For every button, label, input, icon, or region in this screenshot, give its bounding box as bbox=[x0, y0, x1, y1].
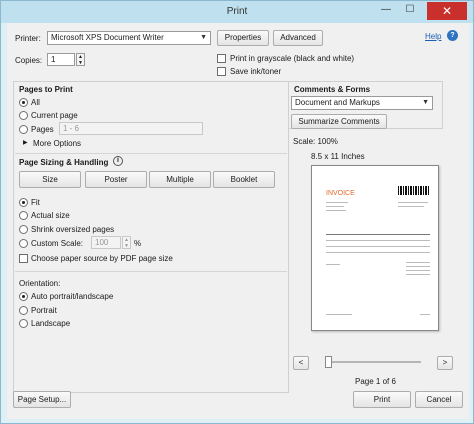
preview-footer-line bbox=[326, 314, 352, 315]
pages-to-print-title: Pages to Print bbox=[19, 85, 73, 94]
prev-page-button[interactable]: < bbox=[293, 356, 309, 370]
landscape-label: Landscape bbox=[31, 319, 71, 328]
preview-table-row bbox=[326, 246, 430, 247]
fit-label: Fit bbox=[31, 198, 40, 207]
preview-total-line bbox=[406, 270, 430, 271]
page-slider-thumb[interactable] bbox=[325, 356, 332, 368]
print-button[interactable]: Print bbox=[353, 391, 411, 408]
info-icon[interactable]: i bbox=[113, 156, 123, 166]
copies-input[interactable]: 1 bbox=[47, 53, 75, 66]
custom-scale-radio[interactable] bbox=[19, 239, 28, 248]
preview-table-row bbox=[326, 252, 430, 253]
page-indicator: Page 1 of 6 bbox=[355, 377, 396, 386]
next-page-button[interactable]: > bbox=[437, 356, 453, 370]
page-slider-track[interactable] bbox=[325, 361, 421, 363]
actual-size-label: Actual size bbox=[31, 211, 70, 220]
chevron-down-icon: ▼ bbox=[200, 34, 207, 41]
preview-text-line bbox=[326, 206, 344, 207]
preview-text-line bbox=[326, 210, 346, 211]
current-page-radio[interactable] bbox=[19, 111, 28, 120]
help-icon[interactable]: ? bbox=[447, 30, 458, 41]
save-ink-checkbox[interactable] bbox=[217, 67, 226, 76]
orientation-title: Orientation: bbox=[19, 279, 61, 288]
booklet-button[interactable]: Booklet bbox=[213, 171, 275, 188]
pages-label: Pages bbox=[31, 125, 54, 134]
close-button[interactable]: ✕ bbox=[427, 2, 467, 20]
current-page-label: Current page bbox=[31, 111, 78, 120]
custom-scale-label: Custom Scale: bbox=[31, 239, 84, 248]
grayscale-checkbox[interactable] bbox=[217, 54, 226, 63]
barcode-icon bbox=[398, 186, 430, 195]
pages-range-input[interactable]: 1 - 6 bbox=[59, 122, 203, 135]
poster-button[interactable]: Poster bbox=[85, 171, 147, 188]
advanced-button[interactable]: Advanced bbox=[273, 30, 323, 46]
cancel-button[interactable]: Cancel bbox=[415, 391, 463, 408]
comments-title: Comments & Forms bbox=[294, 85, 371, 94]
auto-orientation-label: Auto portrait/landscape bbox=[31, 292, 114, 301]
page-setup-button[interactable]: Page Setup... bbox=[13, 391, 71, 408]
divider bbox=[15, 271, 287, 272]
preview-footer-line bbox=[420, 314, 430, 315]
multiple-button[interactable]: Multiple bbox=[149, 171, 211, 188]
actual-size-radio[interactable] bbox=[19, 211, 28, 220]
preview-text-line bbox=[326, 202, 348, 203]
preview-table-row bbox=[326, 240, 430, 241]
properties-button[interactable]: Properties bbox=[217, 30, 269, 46]
all-radio[interactable] bbox=[19, 98, 28, 107]
preview-total-line bbox=[406, 274, 430, 275]
more-options-link[interactable]: More Options bbox=[33, 139, 81, 148]
scale-label: Scale: 100% bbox=[293, 137, 338, 146]
page-sizing-title: Page Sizing & Handling bbox=[19, 158, 109, 167]
auto-orientation-radio[interactable] bbox=[19, 292, 28, 301]
size-button[interactable]: Size bbox=[19, 171, 81, 188]
printer-select[interactable]: Microsoft XPS Document Writer ▼ bbox=[47, 31, 211, 45]
minimize-icon[interactable]: — bbox=[375, 3, 397, 19]
copies-label: Copies: bbox=[15, 56, 43, 65]
help-link[interactable]: Help bbox=[425, 32, 441, 41]
grayscale-label: Print in grayscale (black and white) bbox=[230, 54, 355, 63]
all-label: All bbox=[31, 98, 40, 107]
invoice-heading: INVOICE bbox=[326, 190, 355, 197]
divider bbox=[15, 153, 287, 154]
printer-label: Printer: bbox=[15, 34, 41, 43]
paper-source-label: Choose paper source by PDF page size bbox=[31, 254, 173, 263]
preview-total-line bbox=[406, 262, 430, 263]
copies-stepper[interactable]: ▲ ▼ bbox=[76, 53, 85, 66]
maximize-icon[interactable]: ☐ bbox=[399, 3, 421, 19]
portrait-radio[interactable] bbox=[19, 306, 28, 315]
percent-label: % bbox=[134, 239, 142, 248]
pages-radio[interactable] bbox=[19, 125, 28, 134]
preview-text-line bbox=[326, 264, 340, 265]
preview-total-line bbox=[406, 266, 430, 267]
comments-select[interactable]: Document and Markups ▼ bbox=[291, 96, 433, 110]
portrait-label: Portrait bbox=[31, 306, 57, 315]
custom-scale-input[interactable]: 100 bbox=[91, 236, 121, 249]
landscape-radio[interactable] bbox=[19, 319, 28, 328]
dialog-body: Printer: Microsoft XPS Document Writer ▼… bbox=[7, 23, 469, 419]
preview-text-line bbox=[398, 206, 424, 207]
shrink-radio[interactable] bbox=[19, 225, 28, 234]
shrink-label: Shrink oversized pages bbox=[31, 225, 115, 234]
paper-size-label: 8.5 x 11 Inches bbox=[311, 152, 365, 161]
preview-text-line bbox=[398, 202, 428, 203]
page-preview: INVOICE bbox=[311, 165, 439, 331]
save-ink-label: Save ink/toner bbox=[230, 67, 282, 76]
comments-value: Document and Markups bbox=[295, 98, 380, 107]
paper-source-checkbox[interactable] bbox=[19, 254, 28, 263]
chevron-down-icon: ▼ bbox=[422, 99, 429, 106]
print-dialog: Print — ☐ ✕ Printer: Microsoft XPS Docum… bbox=[0, 0, 474, 424]
title-bar[interactable]: Print — ☐ ✕ bbox=[1, 1, 473, 23]
printer-value: Microsoft XPS Document Writer bbox=[51, 33, 164, 42]
preview-table-header bbox=[326, 234, 430, 235]
fit-radio[interactable] bbox=[19, 198, 28, 207]
expand-arrow-icon[interactable]: ▶ bbox=[23, 139, 28, 146]
scale-stepper[interactable]: ▲ ▼ bbox=[122, 236, 131, 249]
summarize-comments-button[interactable]: Summarize Comments bbox=[291, 114, 387, 129]
